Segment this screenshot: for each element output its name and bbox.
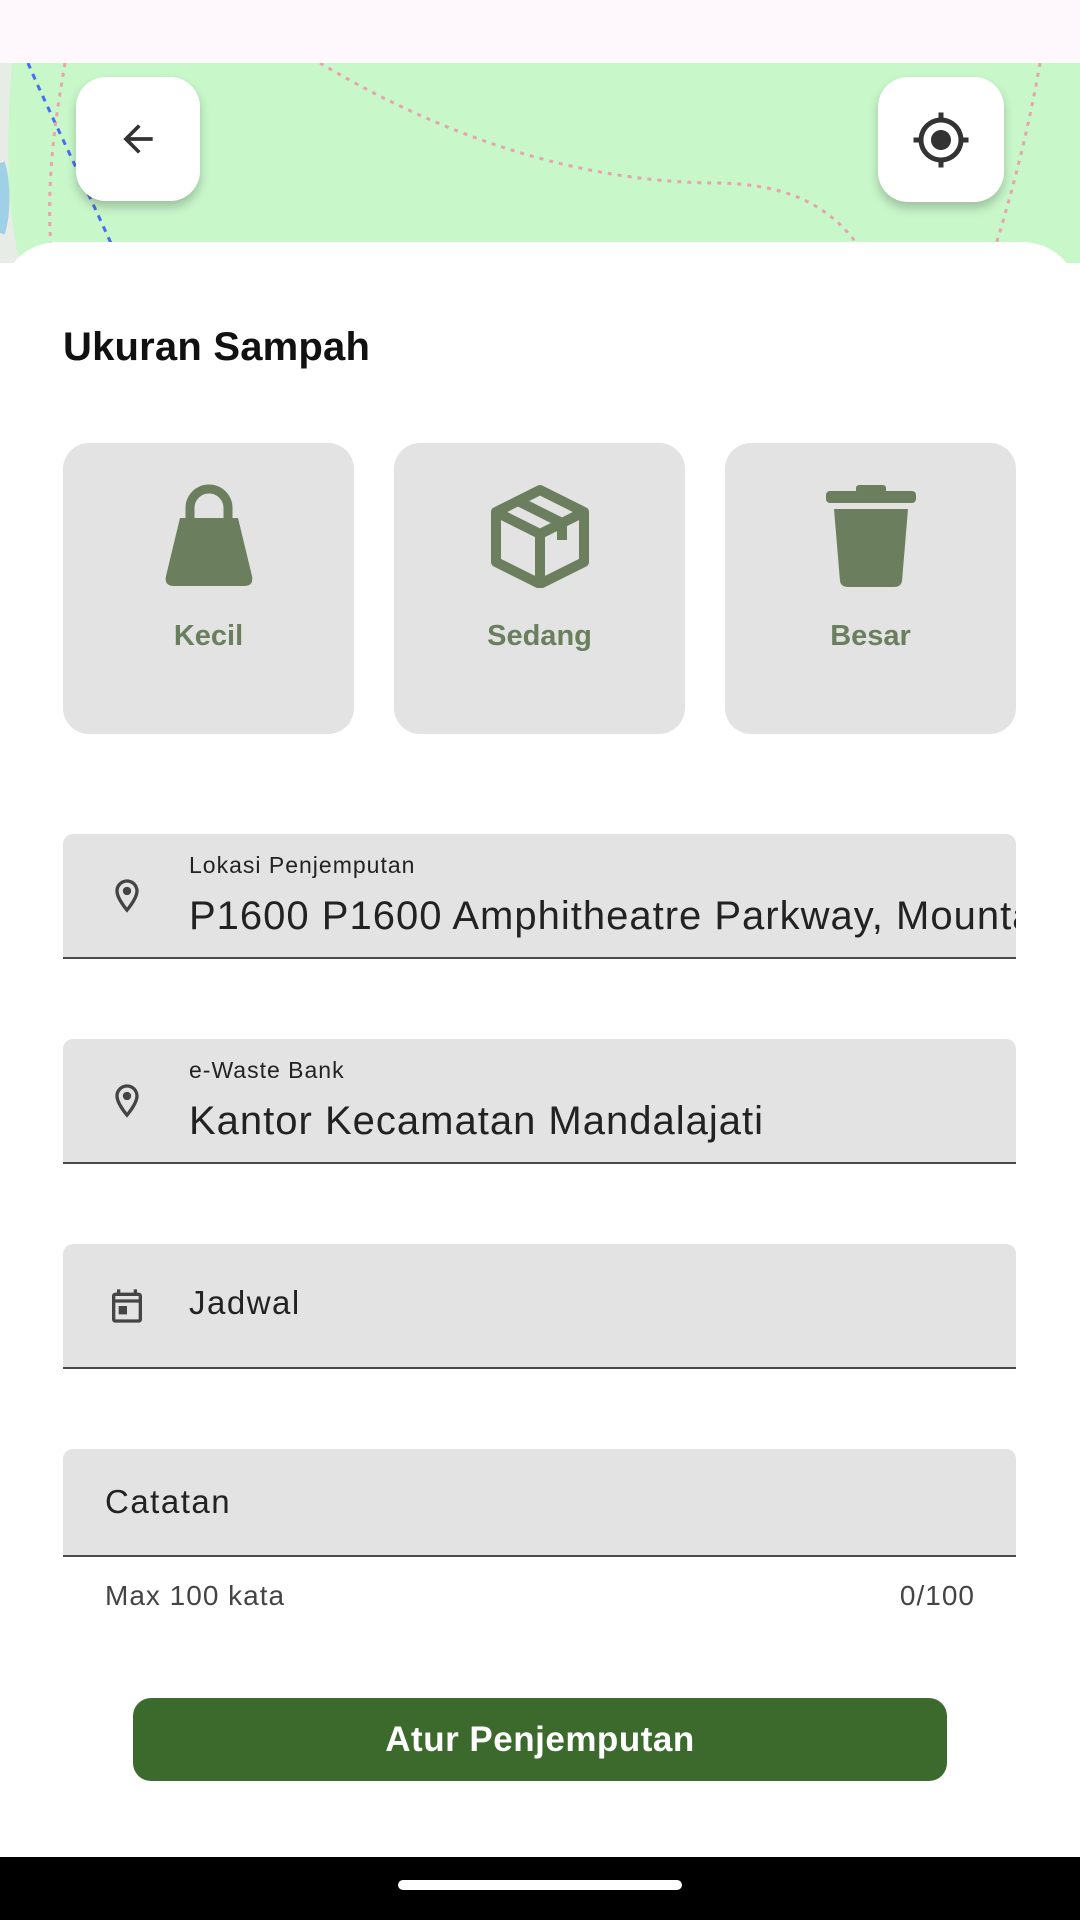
ewaste-bank-field[interactable]: e-Waste Bank Kantor Kecamatan Mandalajat… [63,1039,1016,1164]
size-option-label: Sedang [487,620,592,652]
size-option-sedang[interactable]: Sedang [394,443,685,734]
my-location-button[interactable] [878,77,1004,202]
location-pin-icon [105,1079,149,1123]
field-label: Lokasi Penjemputan [189,852,416,878]
box-icon [485,481,595,591]
field-value: Kantor Kecamatan Mandalajati [189,1099,764,1143]
field-label: e-Waste Bank [189,1057,345,1083]
schedule-field[interactable]: Jadwal [63,1244,1016,1369]
notes-field[interactable]: Catatan [63,1449,1016,1557]
size-option-besar[interactable]: Besar [725,443,1016,734]
field-value: P1600 P1600 Amphitheatre Parkway, Mounta… [189,894,1016,938]
size-option-label: Kecil [173,620,244,652]
notes-helper-text: Max 100 kata [105,1580,286,1611]
bottom-sheet: Ukuran Sampah Kecil Sedang Besar Lokasi … [0,242,1080,1857]
arrow-left-icon [123,124,153,154]
pickup-location-field[interactable]: Lokasi Penjemputan P1600 P1600 Amphithea… [63,834,1016,959]
trash-bin-icon [816,481,926,591]
field-placeholder: Catatan [105,1483,232,1520]
size-option-label: Besar [830,620,911,652]
shopping-bag-icon [154,481,264,591]
my-location-icon [913,112,969,167]
back-button[interactable] [76,77,200,201]
field-placeholder: Jadwal [189,1284,301,1321]
home-handle[interactable] [398,1880,682,1890]
schedule-pickup-button[interactable]: Atur Penjemputan [133,1698,947,1781]
status-bar [0,0,1080,63]
size-option-kecil[interactable]: Kecil [63,443,354,734]
section-title: Ukuran Sampah [63,325,371,369]
calendar-icon [105,1284,149,1328]
location-pin-icon [105,874,149,918]
notes-char-counter: 0/100 [899,1580,975,1611]
